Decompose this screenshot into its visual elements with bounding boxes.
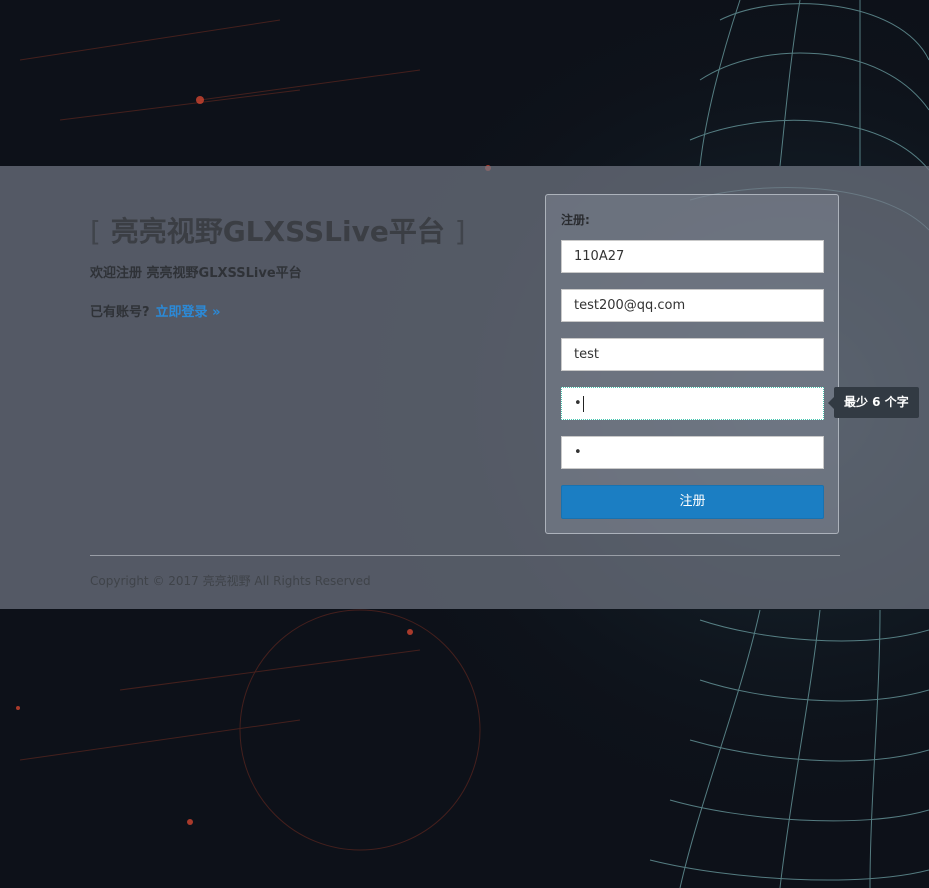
register-panel: 注册: 110A27 test200@qq.com test • • 注册	[545, 194, 839, 534]
register-label: 注册:	[561, 213, 590, 227]
copyright-text: Copyright © 2017 亮亮视野 All Rights Reserve…	[90, 574, 371, 588]
tooltip-arrow	[828, 397, 834, 409]
login-link[interactable]: 立即登录 »	[156, 305, 221, 320]
password-tooltip: 最少 6 个字	[828, 387, 919, 418]
register-button[interactable]: 注册	[561, 485, 824, 519]
password-field[interactable]: •	[561, 387, 824, 420]
page-subtitle: 欢迎注册 亮亮视野GLXSSLive平台	[90, 266, 302, 281]
email-field[interactable]: test200@qq.com	[561, 289, 824, 322]
tooltip-text: 最少 6 个字	[844, 395, 909, 409]
nickname-value: test	[574, 347, 599, 362]
password-value: •	[574, 396, 582, 411]
title-text: 亮亮视野GLXSSLive平台	[110, 215, 445, 248]
username-value: 110A27	[574, 249, 625, 264]
intro-section: [ 亮亮视野GLXSSLive平台 ] 欢迎注册 亮亮视野GLXSSLive平台…	[90, 212, 510, 320]
title-bracket-close: ]	[454, 215, 466, 248]
text-caret	[582, 395, 584, 412]
login-prompt: 已有账号? 立即登录 »	[90, 301, 510, 320]
nickname-field[interactable]: test	[561, 338, 824, 371]
username-field[interactable]: 110A27	[561, 240, 824, 273]
page-title: [ 亮亮视野GLXSSLive平台 ]	[90, 212, 510, 252]
confirm-password-value: •	[574, 445, 582, 460]
title-bracket-open: [	[90, 215, 101, 248]
login-prompt-text: 已有账号?	[90, 305, 150, 320]
confirm-password-field[interactable]: •	[561, 436, 824, 469]
footer-divider	[90, 555, 840, 556]
email-value: test200@qq.com	[574, 298, 686, 313]
